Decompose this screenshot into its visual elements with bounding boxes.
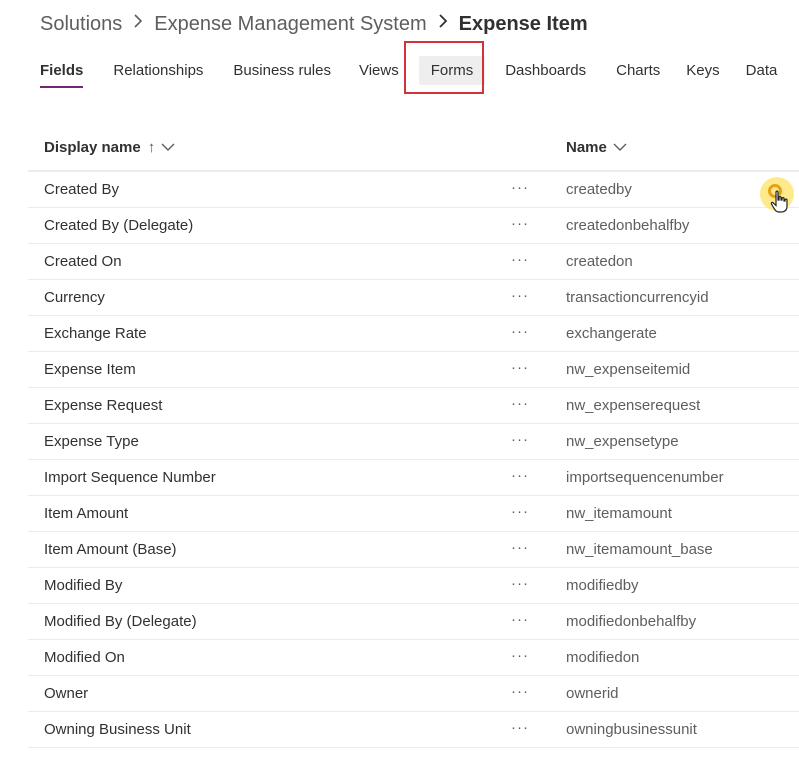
chevron-down-icon[interactable]: [161, 142, 175, 152]
more-options-icon[interactable]: ···: [511, 316, 529, 348]
field-display-name[interactable]: Created By (Delegate): [44, 208, 193, 243]
more-options-icon[interactable]: ···: [511, 460, 529, 492]
column-header-name[interactable]: Name: [566, 124, 627, 170]
field-logical-name: owningbusinessunit: [566, 721, 697, 738]
table-row[interactable]: Expense Request ··· nw_expenserequest: [28, 388, 799, 424]
field-logical-name: nw_expenseitemid: [566, 361, 691, 378]
field-logical-name: nw_itemamount_base: [566, 541, 713, 558]
field-logical-name: transactioncurrencyid: [566, 289, 709, 306]
field-display-name[interactable]: Owning Business Unit: [44, 712, 191, 747]
field-logical-name: modifiedonbehalfby: [566, 613, 697, 630]
tab-keys[interactable]: Keys: [674, 56, 731, 85]
column-header-label: Name: [566, 138, 607, 156]
tab-relationships[interactable]: Relationships: [101, 56, 215, 85]
field-logical-name: nw_itemamount: [566, 505, 672, 522]
field-display-name[interactable]: Expense Item: [44, 352, 136, 387]
more-options-icon[interactable]: ···: [511, 496, 529, 528]
table-row[interactable]: Item Amount ··· nw_itemamount: [28, 496, 799, 532]
field-logical-name: exchangerate: [566, 325, 657, 342]
table-row[interactable]: Expense Type ··· nw_expensetype: [28, 424, 799, 460]
fields-table: Display name ↑ Name Created By ··· created…: [28, 124, 799, 748]
field-logical-name: createdonbehalfby: [566, 217, 690, 234]
more-options-icon[interactable]: ···: [511, 352, 529, 384]
more-options-icon[interactable]: ···: [511, 244, 529, 276]
breadcrumb: Solutions Expense Management System Expe…: [40, 9, 588, 39]
breadcrumb-item-solutions[interactable]: Solutions: [40, 13, 122, 36]
table-body: Created By ··· createdby Created By (Delega…: [28, 172, 799, 748]
more-options-icon[interactable]: ···: [511, 424, 529, 456]
tab-business-rules[interactable]: Business rules: [221, 56, 343, 85]
table-row[interactable]: Created On ··· createdon: [28, 244, 799, 280]
field-logical-name: modifiedby: [566, 577, 639, 594]
field-display-name[interactable]: Import Sequence Number: [44, 460, 216, 495]
tab-charts[interactable]: Charts: [604, 56, 672, 85]
field-display-name[interactable]: Currency: [44, 280, 105, 315]
more-options-icon[interactable]: ···: [511, 568, 529, 600]
tab-forms[interactable]: Forms: [418, 55, 486, 85]
table-row[interactable]: Modified On ··· modifiedon: [28, 640, 799, 676]
hand-pointer-icon: [770, 190, 788, 213]
field-display-name[interactable]: Created On: [44, 244, 122, 279]
field-display-name[interactable]: Item Amount: [44, 496, 128, 531]
column-header-label: Display name: [44, 138, 141, 156]
table-row[interactable]: Currency ··· transactioncurrencyid: [28, 280, 799, 316]
table-header: Display name ↑ Name: [28, 124, 799, 172]
field-display-name[interactable]: Created By: [44, 172, 119, 207]
table-row[interactable]: Exchange Rate ··· exchangerate: [28, 316, 799, 352]
field-logical-name: createdon: [566, 253, 633, 270]
field-logical-name: ownerid: [566, 685, 619, 702]
tab-data[interactable]: Data: [734, 56, 790, 85]
chevron-right-icon: [438, 13, 448, 35]
more-options-icon[interactable]: ···: [511, 604, 529, 636]
more-options-icon[interactable]: ···: [511, 280, 529, 312]
field-logical-name: modifiedon: [566, 649, 640, 666]
table-row[interactable]: Created By ··· createdby: [28, 172, 799, 208]
field-display-name[interactable]: Owner: [44, 676, 88, 711]
table-row[interactable]: Expense Item ··· nw_expenseitemid: [28, 352, 799, 388]
table-row[interactable]: Modified By ··· modifiedby: [28, 568, 799, 604]
field-logical-name: nw_expensetype: [566, 433, 679, 450]
tab-views[interactable]: Views: [347, 56, 411, 85]
sort-ascending-icon: ↑: [147, 138, 156, 156]
chevron-down-icon[interactable]: [613, 142, 627, 152]
more-options-icon[interactable]: ···: [511, 532, 529, 564]
table-row[interactable]: Modified By (Delegate) ··· modifiedonbehal…: [28, 604, 799, 640]
more-options-icon[interactable]: ···: [511, 712, 529, 744]
field-display-name[interactable]: Modified By (Delegate): [44, 604, 197, 639]
field-display-name[interactable]: Modified On: [44, 640, 125, 675]
breadcrumb-item-solution[interactable]: Expense Management System: [154, 13, 426, 36]
table-row[interactable]: Owning Business Unit ··· owningbusinessuni…: [28, 712, 799, 748]
field-logical-name: nw_expenserequest: [566, 397, 701, 414]
tab-bar: Fields Relationships Business rules View…: [28, 54, 790, 88]
breadcrumb-current: Expense Item: [458, 12, 588, 35]
field-display-name[interactable]: Expense Type: [44, 424, 139, 459]
field-logical-name: createdby: [566, 181, 632, 198]
chevron-right-icon: [133, 13, 143, 35]
table-row[interactable]: Item Amount (Base) ··· nw_itemamount_base: [28, 532, 799, 568]
table-row[interactable]: Owner ··· ownerid: [28, 676, 799, 712]
field-display-name[interactable]: Exchange Rate: [44, 316, 147, 351]
table-row[interactable]: Import Sequence Number ··· importsequencen…: [28, 460, 799, 496]
more-options-icon[interactable]: ···: [511, 676, 529, 708]
tab-dashboards[interactable]: Dashboards: [493, 56, 598, 85]
field-logical-name: importsequencenumber: [566, 469, 724, 486]
table-row[interactable]: Created By (Delegate) ··· createdonbehalfb…: [28, 208, 799, 244]
more-options-icon[interactable]: ···: [511, 172, 529, 204]
more-options-icon[interactable]: ···: [511, 640, 529, 672]
field-display-name[interactable]: Modified By: [44, 568, 122, 603]
field-display-name[interactable]: Item Amount (Base): [44, 532, 177, 567]
tab-fields[interactable]: Fields: [28, 56, 95, 88]
more-options-icon[interactable]: ···: [511, 388, 529, 420]
more-options-icon[interactable]: ···: [511, 208, 529, 240]
column-header-display-name[interactable]: Display name ↑: [44, 124, 175, 170]
field-display-name[interactable]: Expense Request: [44, 388, 162, 423]
